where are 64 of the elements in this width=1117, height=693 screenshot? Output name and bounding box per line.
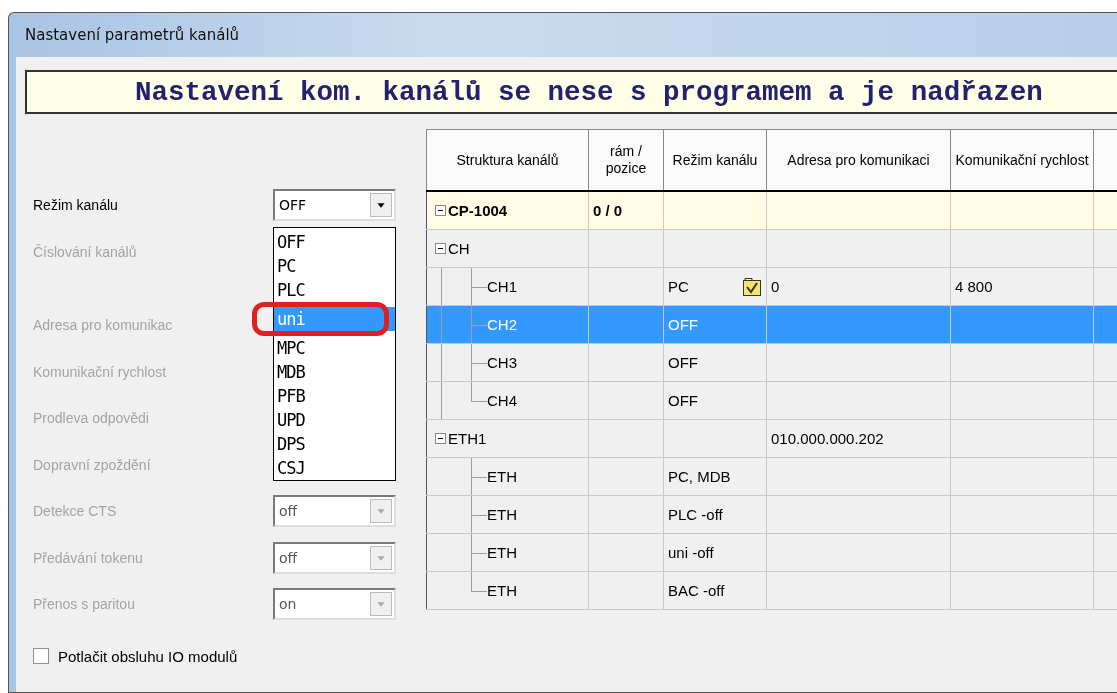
- table-cell: OFF: [668, 392, 698, 409]
- dropdown-option[interactable]: UPD: [274, 408, 395, 433]
- dropdown-option[interactable]: PC: [274, 254, 395, 279]
- table-row[interactable]: CH3 OFF: [426, 343, 1117, 382]
- dropdown-option[interactable]: MPC: [274, 336, 395, 361]
- table-cell: PLC -off: [668, 506, 723, 523]
- dropdown-option[interactable]: DPS: [274, 432, 395, 457]
- column-header[interactable]: rám / pozice: [588, 129, 664, 191]
- collapse-icon[interactable]: [435, 205, 446, 216]
- column-header[interactable]: Komunikační rychlost: [950, 129, 1094, 191]
- table-cell: 0: [771, 278, 780, 295]
- collapse-icon[interactable]: [435, 433, 446, 444]
- dropdown-option[interactable]: PLC: [274, 278, 395, 303]
- tree-node-label: CH4: [487, 392, 517, 409]
- tree-node-label: CH: [448, 240, 470, 257]
- table-cell: 010.000.000.202: [771, 430, 884, 447]
- table-cell: OFF: [668, 316, 698, 333]
- checkbox-label: Potlačit obsluhu IO modulů: [58, 647, 238, 665]
- table-row[interactable]: ETH uni -off: [426, 533, 1117, 572]
- dropdown-option[interactable]: MDB: [274, 360, 395, 385]
- field-label: Předávání tokenu: [33, 549, 144, 566]
- table-cell: OFF: [668, 354, 698, 371]
- field-label: Adresa pro komunikac: [33, 317, 174, 334]
- field-label: Prodleva odpovědi: [33, 410, 150, 427]
- field-label: Režim kanálu: [33, 197, 119, 214]
- field-label: Dopravní zpoždění: [33, 456, 152, 473]
- tree-node-label: CH3: [487, 354, 517, 371]
- dropdown-option[interactable]: CSJ: [274, 456, 395, 481]
- window-title: Nastavení parametrů kanálů: [24, 25, 241, 46]
- collapse-icon[interactable]: [435, 243, 446, 254]
- column-header[interactable]: Struktura kanálů: [426, 129, 589, 191]
- checkbox[interactable]: [33, 648, 49, 664]
- table-cell: uni -off: [668, 544, 714, 561]
- table-cell: 0 / 0: [593, 202, 623, 219]
- table-row[interactable]: ETH BAC -off: [426, 571, 1117, 610]
- table-cell: BAC -off: [668, 582, 725, 599]
- table-cell: PC: [668, 278, 689, 295]
- field-label: Přenos s paritou: [33, 596, 136, 613]
- tree-node-label: CH1: [487, 278, 517, 295]
- table-cell: 4 800: [955, 278, 993, 295]
- table-row[interactable]: ETH PC, MDB: [426, 457, 1117, 496]
- tree-node-label: ETH: [487, 544, 517, 561]
- table-cell: PC, MDB: [668, 468, 731, 485]
- tree-node-label: CH2: [487, 316, 517, 333]
- info-banner: Nastavení kom. kanálů se nese s programem a je nadřazen: [25, 70, 1117, 114]
- field-label: Detekce CTS: [33, 503, 118, 520]
- column-header[interactable]: Režim kanálu: [663, 129, 767, 191]
- table-row[interactable]: CP-1004 0 / 0: [426, 191, 1117, 230]
- table-row[interactable]: CH4 OFF: [426, 381, 1117, 420]
- table-row[interactable]: CH1 PC 0 4 800: [426, 267, 1117, 306]
- table-row[interactable]: CH: [426, 229, 1117, 268]
- field-label: Číslování kanálů: [33, 243, 138, 260]
- dropdown-field[interactable]: OFF: [273, 189, 396, 222]
- tree-node-label: CP-1004: [448, 202, 508, 219]
- tree-node-label: ETH1: [448, 430, 487, 447]
- dropdown-option[interactable]: PFB: [274, 384, 395, 409]
- dropdown-option[interactable]: OFF: [274, 230, 395, 255]
- column-header[interactable]: Adresa pro komunikaci: [766, 129, 951, 191]
- tree-node-label: ETH: [487, 582, 517, 599]
- tree-node-label: ETH: [487, 506, 517, 523]
- tree-node-label: ETH: [487, 468, 517, 485]
- table-row[interactable]: ETH1 010.000.000.202: [426, 419, 1117, 458]
- table-row[interactable]: ETH PLC -off: [426, 495, 1117, 534]
- field-label: Komunikační rychlost: [33, 363, 168, 380]
